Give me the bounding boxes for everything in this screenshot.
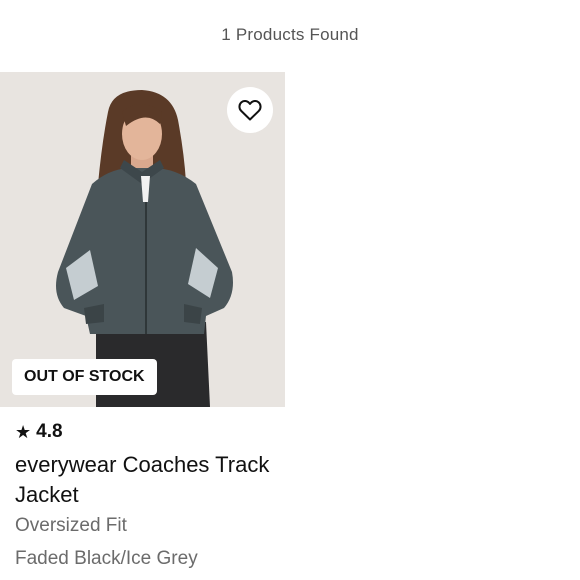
product-rating: ★ 4.8 [15,421,63,443]
rating-value: 4.8 [36,421,63,442]
wishlist-button[interactable] [227,87,273,133]
search-results-page: 1 Products Found OUT OF STOCK ★ 4.8 ever… [0,0,580,580]
heart-outline-icon [238,100,262,121]
product-color: Faded Black/Ice Grey [15,548,198,569]
product-fit: Oversized Fit [15,515,127,536]
product-name[interactable]: everywear Coaches Track Jacket [15,450,277,510]
star-icon: ★ [15,422,32,442]
product-image[interactable]: OUT OF STOCK [0,72,285,407]
out-of-stock-badge: OUT OF STOCK [12,359,157,395]
product-card[interactable]: OUT OF STOCK ★ 4.8 everywear Coaches Tra… [0,72,285,580]
results-count: 1 Products Found [221,25,359,44]
